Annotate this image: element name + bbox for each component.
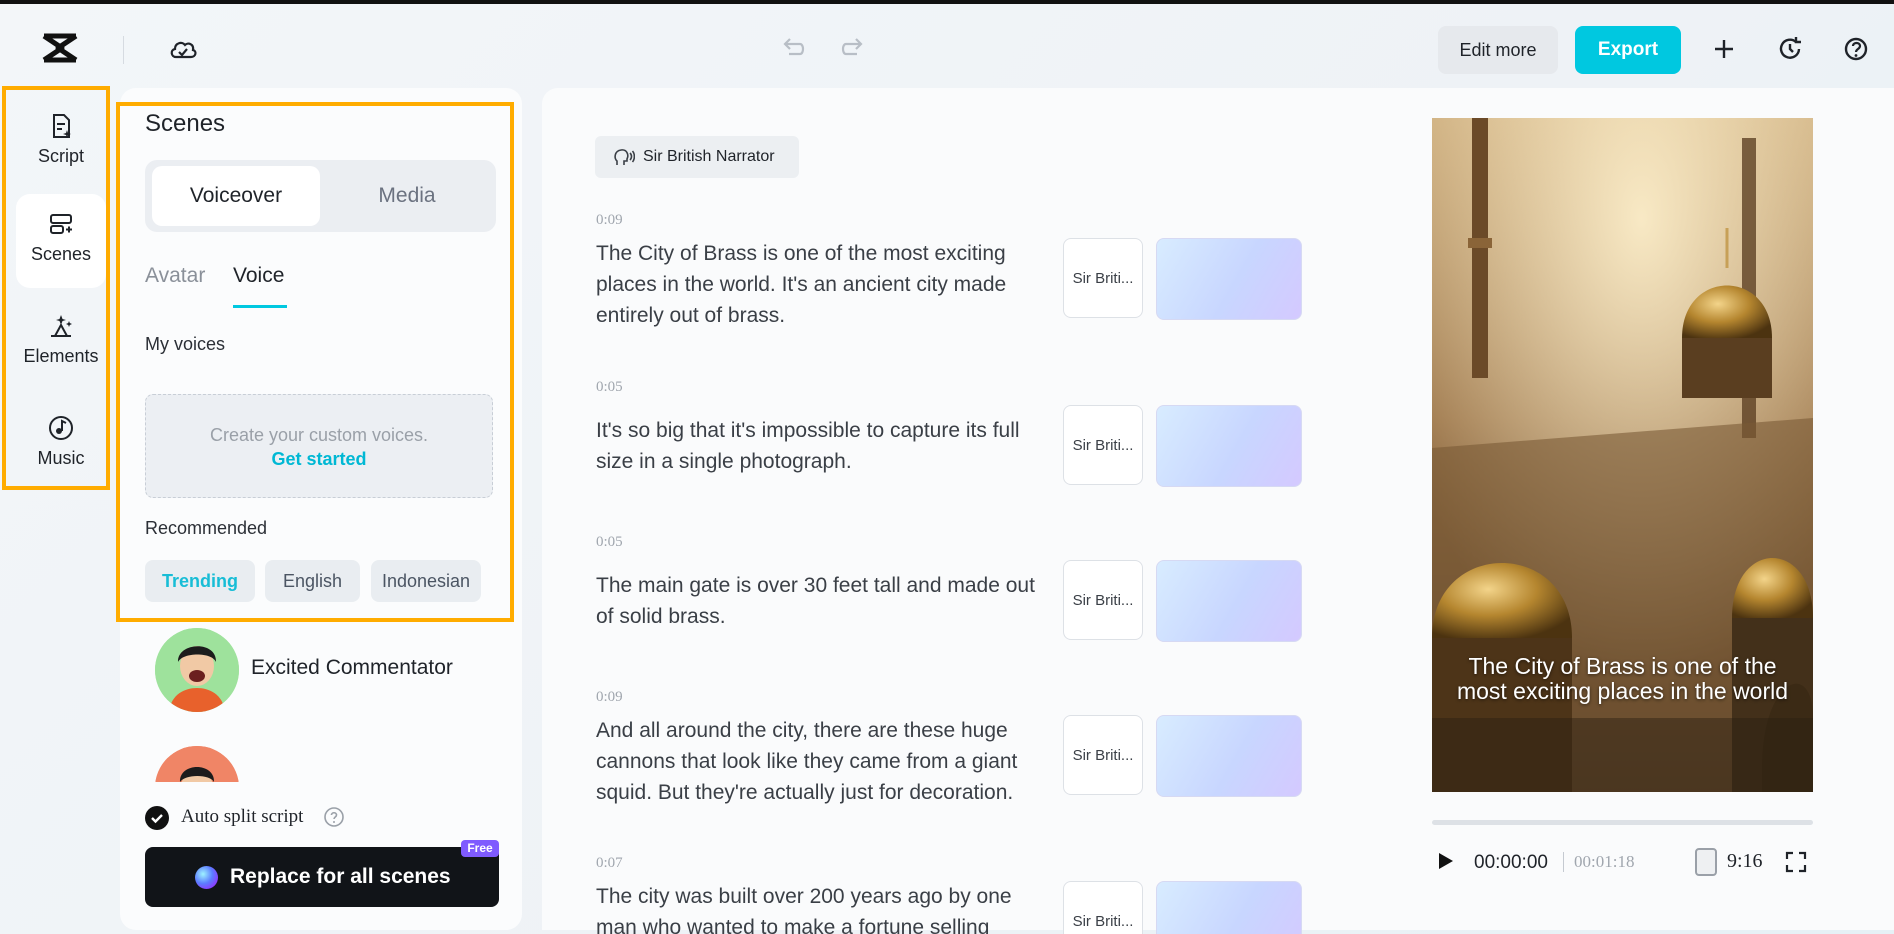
plus-icon[interactable] — [1709, 34, 1739, 64]
subtab-voice[interactable]: Voice — [233, 264, 284, 288]
tab-media[interactable]: Media — [323, 166, 491, 226]
playback-progress-bar[interactable] — [1432, 820, 1813, 825]
scenes-icon — [50, 214, 72, 234]
nav-label-elements: Elements — [23, 346, 99, 366]
export-button[interactable]: Export — [1575, 26, 1681, 74]
scene-voice-tag[interactable]: Sir Briti... — [1063, 405, 1143, 485]
preview-caption: The City of Brass is one of the most exc… — [1456, 653, 1789, 704]
history-icon[interactable] — [1775, 34, 1805, 64]
nav-label-scenes: Scenes — [30, 244, 92, 264]
avatar — [155, 628, 239, 712]
narrator-name: Sir British Narrator — [643, 148, 775, 165]
scene-voice-tag[interactable]: Sir Briti... — [1063, 881, 1143, 934]
scene-duration: 0:07 — [596, 855, 623, 871]
scene-media-thumbnail[interactable] — [1156, 881, 1302, 934]
scene-media-thumbnail[interactable] — [1156, 715, 1302, 797]
fullscreen-icon[interactable] — [1784, 850, 1808, 874]
cloud-icon[interactable] — [168, 34, 198, 64]
script-icon — [53, 114, 71, 138]
nav-item-music[interactable]: Music — [16, 398, 106, 492]
topbar-divider — [123, 36, 124, 64]
subtab-avatar[interactable]: Avatar — [145, 264, 205, 288]
ai-orb-icon — [195, 866, 218, 889]
chip-indonesian[interactable]: Indonesian — [371, 560, 481, 602]
narrator-chip[interactable]: Sir British Narrator — [595, 136, 799, 178]
scene-text[interactable]: It's so big that it's impossible to capt… — [596, 415, 1046, 477]
voiceover-media-toggle: Voiceover Media — [145, 160, 496, 232]
scene-media-thumbnail[interactable] — [1156, 238, 1302, 320]
avatar — [155, 746, 239, 782]
chip-english[interactable]: English — [265, 560, 360, 602]
top-bar: Edit more Export — [0, 4, 1894, 88]
elements-icon — [51, 315, 72, 337]
scene-text[interactable]: The city was built over 200 years ago by… — [596, 881, 1046, 934]
custom-voice-text: Create your custom voices. — [209, 425, 429, 445]
scene-text[interactable]: The main gate is over 30 feet tall and m… — [596, 570, 1046, 632]
scene-duration: 0:05 — [596, 534, 623, 550]
scene-duration: 0:09 — [596, 689, 623, 705]
scene-media-thumbnail[interactable] — [1156, 560, 1302, 642]
nav-item-scenes[interactable]: Scenes — [16, 194, 106, 288]
aspect-ratio-icon[interactable] — [1695, 848, 1717, 876]
auto-split-label: Auto split script — [181, 806, 304, 827]
nav-label-script: Script — [37, 146, 84, 166]
my-voices-label: My voices — [145, 334, 226, 354]
scene-duration: 0:05 — [596, 379, 623, 395]
scene-voice-tag[interactable]: Sir Briti... — [1063, 560, 1143, 640]
left-nav: Script Scenes Elements Music — [2, 86, 110, 490]
scene-duration: 0:09 — [596, 212, 623, 228]
help-icon[interactable] — [1841, 34, 1871, 64]
voice-head-icon — [614, 149, 635, 165]
edit-more-button[interactable]: Edit more — [1438, 26, 1558, 74]
capcut-logo-icon[interactable] — [40, 30, 80, 66]
nav-item-script[interactable]: Script — [16, 96, 106, 190]
recommended-label: Recommended — [145, 518, 268, 538]
custom-voice-box: Create your custom voices. Get started — [145, 394, 493, 498]
scene-voice-tag[interactable]: Sir Briti... — [1063, 238, 1143, 318]
play-icon[interactable] — [1434, 850, 1456, 872]
voice-name: Excited Commentator — [251, 656, 453, 679]
panel-title: Scenes — [145, 110, 226, 137]
auto-split-checkbox[interactable] — [145, 806, 169, 830]
aspect-ratio-label[interactable]: 9:16 — [1727, 850, 1763, 873]
help-icon[interactable] — [323, 806, 345, 828]
time-separator — [1563, 852, 1564, 872]
total-time: 00:01:18 — [1574, 852, 1635, 871]
scene-row[interactable]: 0:07 The city was built over 200 years a… — [596, 855, 1306, 934]
nav-item-elements[interactable]: Elements — [16, 296, 106, 390]
undo-icon[interactable] — [780, 34, 806, 60]
free-badge: Free — [461, 840, 499, 857]
music-icon — [49, 416, 73, 440]
tab-voiceover[interactable]: Voiceover — [152, 166, 320, 226]
voice-item[interactable]: Excited Commentator — [155, 628, 495, 712]
current-time: 00:00:00 — [1474, 852, 1548, 873]
get-started-link[interactable]: Get started — [146, 449, 492, 470]
nav-label-music: Music — [37, 448, 85, 468]
replace-button-label: Replace for all scenes — [230, 865, 451, 888]
chip-trending[interactable]: Trending — [145, 560, 255, 602]
scene-voice-tag[interactable]: Sir Briti... — [1063, 715, 1143, 795]
replace-for-all-scenes-button[interactable]: Replace for all scenes — [145, 847, 499, 907]
scene-text[interactable]: The City of Brass is one of the most exc… — [596, 238, 1046, 331]
scene-text[interactable]: And all around the city, there are these… — [596, 715, 1046, 808]
subtab-underline — [233, 305, 287, 308]
voice-item-partial[interactable] — [155, 746, 495, 782]
scene-media-thumbnail[interactable] — [1156, 405, 1302, 487]
redo-icon[interactable] — [840, 34, 866, 60]
video-preview[interactable]: The City of Brass is one of the most exc… — [1432, 118, 1813, 792]
